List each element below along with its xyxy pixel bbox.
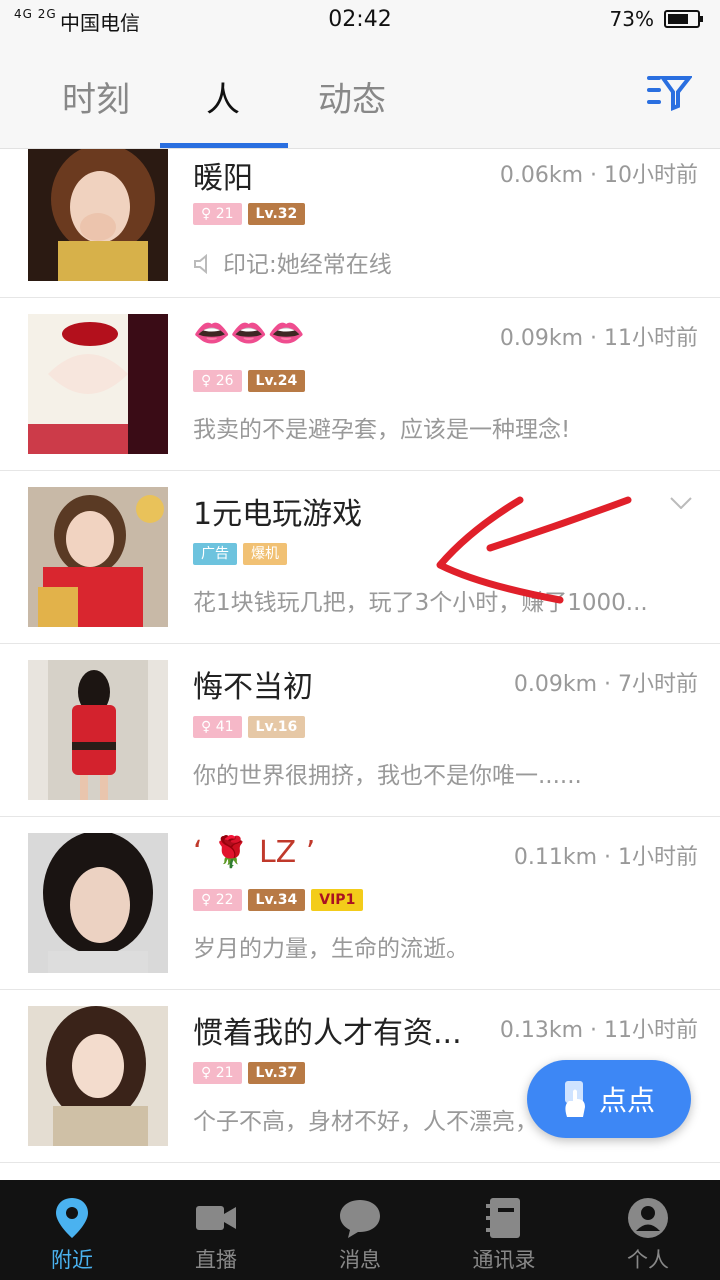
signature: 岁月的力量，生命的流逝。	[193, 936, 469, 962]
fab-label: 点点	[599, 1084, 656, 1117]
ad-item[interactable]: 1元电玩游戏 广告 爆机 花1块钱玩几把，玩了3个小时，赚了1000...	[0, 471, 720, 644]
level-badge: Lv.32	[247, 203, 306, 225]
avatar[interactable]	[28, 149, 168, 281]
user-tags: ♀ 21 Lv.32	[193, 203, 306, 225]
distance-time: 0.13km · 11小时前	[499, 1018, 698, 1043]
list-item[interactable]: 暖阳 0.06km · 10小时前 ♀ 21 Lv.32 印记:她经常在线	[0, 149, 720, 298]
device-badge: 爆机	[243, 543, 287, 565]
avatar[interactable]	[28, 1006, 168, 1146]
people-list: 暖阳 0.06km · 10小时前 ♀ 21 Lv.32 印记:她经常在线 👄👄…	[0, 149, 720, 1163]
hand-tap-icon	[565, 1081, 585, 1117]
level-badge: Lv.24	[247, 370, 306, 392]
user-name: 惯着我的人才有资...	[193, 1016, 462, 1051]
chevron-down-icon[interactable]	[670, 497, 692, 509]
user-profile-icon	[628, 1198, 668, 1238]
level-badge: Lv.37	[247, 1062, 306, 1084]
age-badge: ♀ 26	[193, 370, 242, 392]
list-item[interactable]: 悔不当初 0.09km · 7小时前 ♀ 41 Lv.16 你的世界很拥挤，我也…	[0, 644, 720, 817]
ad-title: 1元电玩游戏	[193, 497, 363, 532]
user-name: 暖阳	[193, 161, 253, 196]
battery-indicator: 73%	[609, 7, 703, 31]
level-badge: Lv.34	[247, 889, 306, 911]
user-tags: ♀ 21 Lv.37	[193, 1062, 306, 1084]
battery-percent: 73%	[609, 7, 654, 31]
list-item[interactable]: 👄👄👄 0.09km · 11小时前 ♀ 26 Lv.24 我卖的不是避孕套，应…	[0, 298, 720, 471]
age-badge: ♀ 21	[193, 203, 242, 225]
nav-contacts[interactable]: 通讯录	[432, 1180, 576, 1280]
age-badge: ♀ 41	[193, 716, 242, 738]
nav-profile[interactable]: 个人	[576, 1180, 720, 1280]
list-item[interactable]: ‘ 🌹 LZ ’ 0.11km · 1小时前 ♀ 22 Lv.34 VIP1 岁…	[0, 817, 720, 990]
vip-badge: VIP1	[311, 889, 364, 911]
level-badge: Lv.16	[247, 716, 306, 738]
bottom-nav: 附近 直播 消息 通讯录 个人	[0, 1180, 720, 1280]
avatar[interactable]	[28, 487, 168, 627]
nav-messages[interactable]: 消息	[288, 1180, 432, 1280]
signature: 印记:她经常在线	[193, 245, 693, 279]
video-camera-icon	[196, 1206, 236, 1230]
distance-time: 0.11km · 1小时前	[513, 845, 698, 870]
age-badge: ♀ 22	[193, 889, 242, 911]
speaker-icon	[194, 253, 207, 275]
signature: 你的世界很拥挤，我也不是你唯一......	[193, 763, 582, 789]
avatar[interactable]	[28, 833, 168, 973]
ad-badge: 广告	[193, 543, 237, 565]
status-bar: 4G 2G 中国电信 02:42 73%	[0, 0, 720, 40]
nav-live[interactable]: 直播	[144, 1180, 288, 1280]
distance-time: 0.09km · 11小时前	[499, 326, 698, 351]
ad-tags: 广告 爆机	[193, 543, 287, 565]
age-badge: ♀ 21	[193, 1062, 242, 1084]
battery-icon	[664, 10, 703, 28]
tab-moments[interactable]: 时刻	[62, 72, 130, 121]
tab-people[interactable]: 人	[206, 72, 240, 121]
location-pin-icon	[56, 1198, 88, 1238]
user-tags: ♀ 26 Lv.24	[193, 370, 306, 392]
user-tags: ♀ 41 Lv.16	[193, 716, 306, 738]
top-tab-bar: 时刻 人 动态	[0, 40, 720, 149]
user-name: ‘ 🌹 LZ ’	[193, 835, 316, 870]
contacts-book-icon	[486, 1198, 520, 1238]
avatar[interactable]	[28, 660, 168, 800]
distance-time: 0.06km · 10小时前	[499, 163, 698, 188]
filter-icon[interactable]	[646, 68, 692, 114]
active-tab-indicator	[160, 143, 288, 148]
distance-time: 0.09km · 7小时前	[513, 672, 698, 697]
user-name: 👄👄👄	[193, 316, 306, 351]
user-name: 悔不当初	[193, 670, 313, 705]
user-tags: ♀ 22 Lv.34 VIP1	[193, 889, 364, 911]
diandian-button[interactable]: 点点	[527, 1060, 691, 1138]
chat-bubble-icon	[340, 1200, 380, 1238]
avatar[interactable]	[28, 314, 168, 454]
ad-description: 花1块钱玩几把，玩了3个小时，赚了1000...	[193, 590, 648, 616]
tab-feed[interactable]: 动态	[318, 72, 386, 121]
signature: 我卖的不是避孕套，应该是一种理念!	[193, 417, 571, 443]
nav-nearby[interactable]: 附近	[0, 1180, 144, 1280]
